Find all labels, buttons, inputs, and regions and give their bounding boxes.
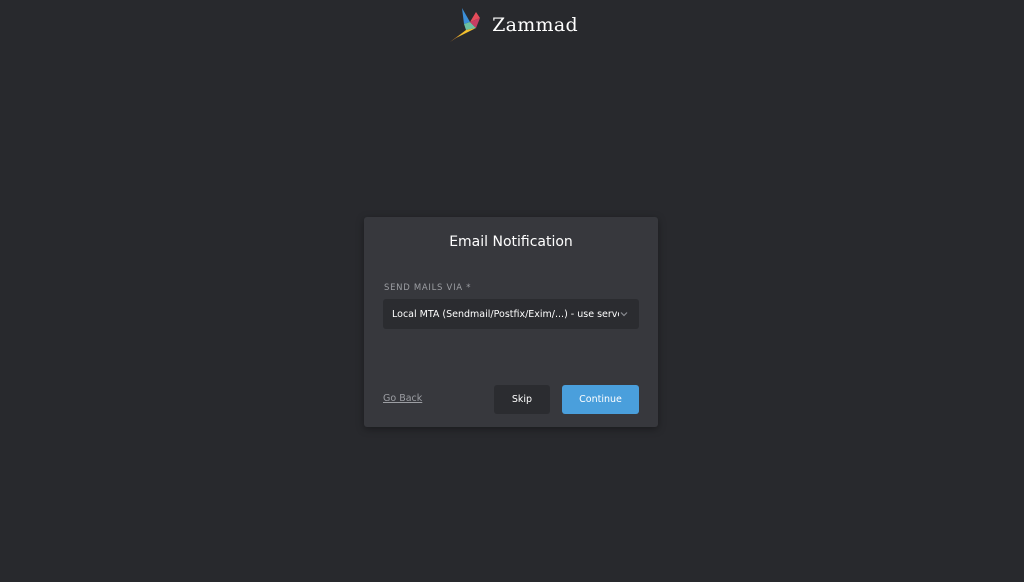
send-mails-via-label: SEND MAILS VIA * [384,283,472,293]
send-mails-via-select[interactable]: Local MTA (Sendmail/Postfix/Exim/...) - … [383,299,639,329]
modal-title: Email Notification [449,234,573,250]
email-notification-modal: Email Notification SEND MAILS VIA * Loca… [364,217,658,427]
select-value: Local MTA (Sendmail/Postfix/Exim/...) - … [392,308,619,320]
logo-text: Zammad [492,14,578,36]
zammad-logo: Zammad [0,6,1024,44]
chevron-down-icon [620,312,628,317]
go-back-link[interactable]: Go Back [383,393,422,404]
continue-button[interactable]: Continue [562,385,639,414]
skip-button[interactable]: Skip [494,385,550,414]
zammad-bird-icon [450,8,481,42]
